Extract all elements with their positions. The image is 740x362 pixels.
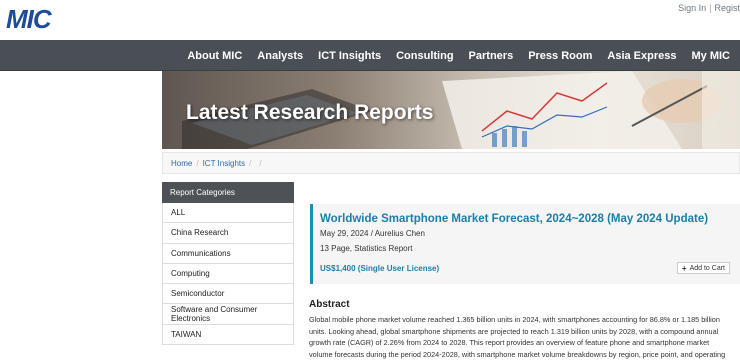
account-links: Sign In | Regist <box>678 3 740 13</box>
add-to-cart-label: Add to Cart <box>689 264 725 272</box>
breadcrumb-separator: / <box>196 158 199 168</box>
sign-in-link[interactable]: Sign In <box>678 3 706 13</box>
report-title[interactable]: Worldwide Smartphone Market Forecast, 20… <box>320 213 708 225</box>
page: MIC Sign In | Regist About MIC Analysts IC… <box>0 0 740 362</box>
plus-icon: + <box>681 263 687 273</box>
top-bar: MIC Sign In | Regist <box>0 0 740 40</box>
sidebar-item-communications[interactable]: Communications <box>162 243 294 264</box>
add-to-cart-button[interactable]: + Add to Cart <box>676 262 730 274</box>
hero-banner: Latest Research Reports <box>162 71 740 149</box>
register-link[interactable]: Regist <box>714 3 740 13</box>
breadcrumb: Home / ICT Insights / / <box>162 152 740 174</box>
nav-item-my-mic[interactable]: My MIC <box>692 50 731 62</box>
sidebar-heading: Report Categories <box>162 182 294 203</box>
sidebar-item-semiconductor[interactable]: Semiconductor <box>162 284 294 305</box>
mic-logo[interactable]: MIC <box>6 4 52 35</box>
nav-item-consulting[interactable]: Consulting <box>396 50 453 62</box>
sidebar-item-taiwan[interactable]: TAIWAN <box>162 324 294 346</box>
report-price: US$1,400 (Single User License) <box>320 264 440 273</box>
nav-item-about-mic[interactable]: About MIC <box>187 50 242 62</box>
report-pages: 13 Page, Statistics Report <box>320 244 413 253</box>
main-nav: About MIC Analysts ICT Insights Consulti… <box>0 40 740 71</box>
sidebar-item-all[interactable]: ALL <box>162 203 294 224</box>
nav-item-ict-insights[interactable]: ICT Insights <box>318 50 381 62</box>
nav-item-partners[interactable]: Partners <box>469 50 514 62</box>
abstract-heading: Abstract <box>309 299 350 310</box>
banner-title: Latest Research Reports <box>186 101 434 124</box>
sidebar-item-china-research[interactable]: China Research <box>162 223 294 244</box>
sidebar-item-computing[interactable]: Computing <box>162 263 294 285</box>
report-date-author: May 29, 2024 / Aurelius Chen <box>320 229 425 238</box>
nav-item-press-room[interactable]: Press Room <box>528 50 592 62</box>
sidebar-item-software-consumer-electronics[interactable]: Software and Consumer Electronics <box>162 304 294 325</box>
link-separator: | <box>709 3 712 13</box>
report-categories-sidebar: Report Categories ALL China Research Com… <box>162 182 294 346</box>
breadcrumb-home[interactable]: Home <box>171 159 192 168</box>
nav-item-analysts[interactable]: Analysts <box>257 50 303 62</box>
nav-item-asia-express[interactable]: Asia Express <box>607 50 676 62</box>
breadcrumb-ict-insights[interactable]: ICT Insights <box>203 159 246 168</box>
abstract-text: Global mobile phone market volume reache… <box>309 315 726 362</box>
breadcrumb-separator: / <box>249 158 252 168</box>
report-summary-card: Worldwide Smartphone Market Forecast, 20… <box>310 204 740 284</box>
breadcrumb-separator: / <box>259 158 262 168</box>
